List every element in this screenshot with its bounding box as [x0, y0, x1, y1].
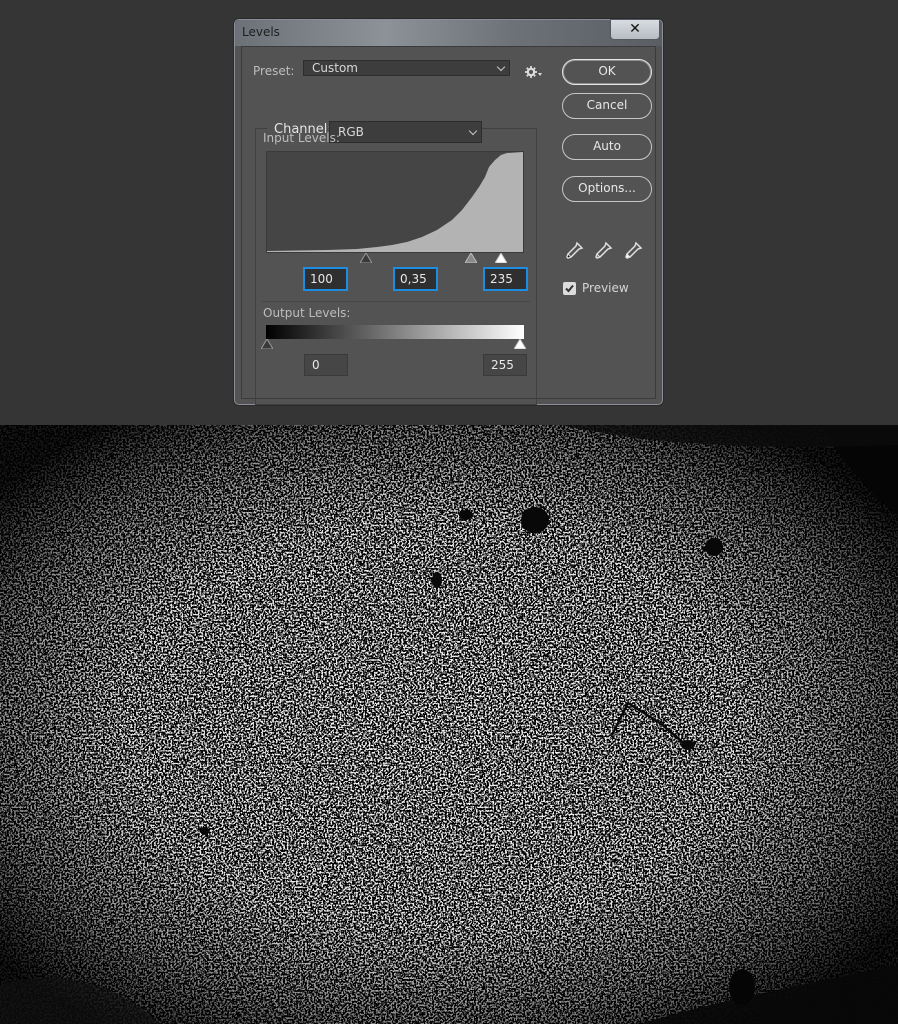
white-input-handle[interactable]	[495, 253, 507, 263]
checkmark-icon	[565, 284, 574, 293]
output-gradient-bar	[266, 325, 524, 339]
options-button[interactable]: Options...	[562, 176, 652, 202]
ok-button[interactable]: OK	[562, 59, 652, 85]
cancel-button[interactable]: Cancel	[562, 93, 652, 119]
auto-button[interactable]: Auto	[562, 134, 652, 160]
close-button[interactable]: ✕	[610, 19, 660, 40]
chevron-down-icon	[468, 126, 478, 136]
black-point-eyedropper-icon[interactable]	[564, 241, 584, 261]
grunge-texture-image	[0, 425, 898, 1024]
input-white-field[interactable]: 235	[483, 267, 528, 291]
close-icon: ✕	[629, 21, 641, 37]
title-bar[interactable]: Levels ✕	[235, 19, 662, 46]
chevron-down-icon	[496, 62, 506, 72]
output-levels-label: Output Levels:	[263, 306, 351, 320]
histogram	[266, 151, 524, 253]
preset-value: Custom	[312, 61, 358, 75]
preview-label[interactable]: Preview	[582, 281, 629, 295]
gamma-input-handle[interactable]	[465, 253, 477, 263]
gray-point-eyedropper-icon[interactable]	[593, 241, 613, 261]
channel-value: RGB	[338, 125, 364, 139]
black-output-handle[interactable]	[261, 339, 273, 349]
preset-label: Preset:	[253, 64, 295, 78]
output-slider[interactable]	[261, 339, 526, 351]
divider	[262, 301, 530, 302]
channel-select[interactable]: RGB	[329, 121, 482, 143]
black-input-handle[interactable]	[360, 253, 372, 263]
dialog-body: Preset: Custom Channel: RGB Input Levels…	[241, 46, 656, 405]
input-levels-label: Input Levels:	[263, 131, 340, 145]
input-black-field[interactable]: 100	[303, 267, 348, 291]
dialog-title: Levels	[242, 25, 280, 39]
white-output-handle[interactable]	[514, 339, 526, 349]
preset-select[interactable]: Custom	[303, 60, 510, 76]
levels-dialog: Levels ✕ Preset: Custom Channel: RGB Inp…	[234, 19, 663, 405]
input-gamma-field[interactable]: 0,35	[393, 267, 438, 291]
output-white-field[interactable]: 255	[483, 354, 527, 376]
texture-canvas	[0, 425, 898, 1024]
white-point-eyedropper-icon[interactable]	[623, 241, 643, 261]
input-slider[interactable]	[266, 253, 524, 265]
output-black-field[interactable]: 0	[304, 354, 348, 376]
histogram-graph	[267, 152, 523, 252]
gear-icon[interactable]	[525, 65, 543, 79]
preview-checkbox[interactable]	[563, 282, 576, 295]
